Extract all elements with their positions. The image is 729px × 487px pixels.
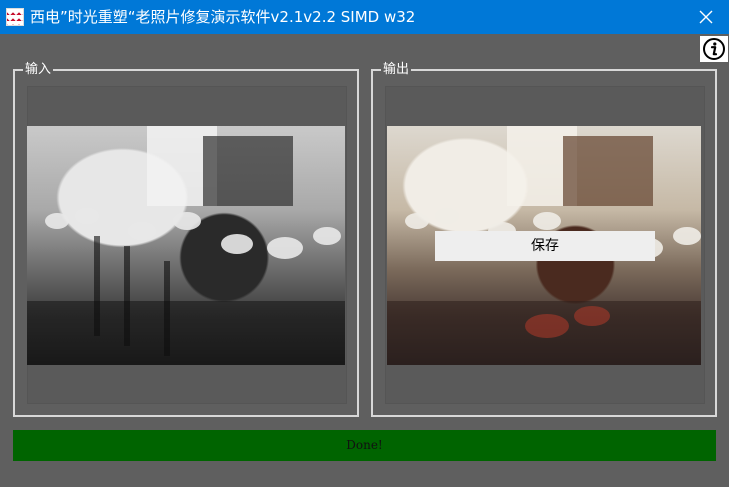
close-icon [699,10,713,24]
input-photo [27,126,345,365]
close-button[interactable] [683,0,729,34]
info-button[interactable] [700,36,728,62]
input-group-label: 输入 [23,62,54,78]
input-photo-art [27,126,345,365]
status-bar: Done! [13,430,716,461]
app-logo-icon [6,8,24,26]
title-bar: 西电”时光重塑“老照片修复演示软件v2.1v2.2 SIMD w32 [0,0,729,34]
output-group-label: 输出 [381,62,412,78]
window-title: 西电”时光重塑“老照片修复演示软件v2.1v2.2 SIMD w32 [30,8,416,26]
info-icon [703,38,725,60]
save-button[interactable]: 保存 [435,231,655,261]
